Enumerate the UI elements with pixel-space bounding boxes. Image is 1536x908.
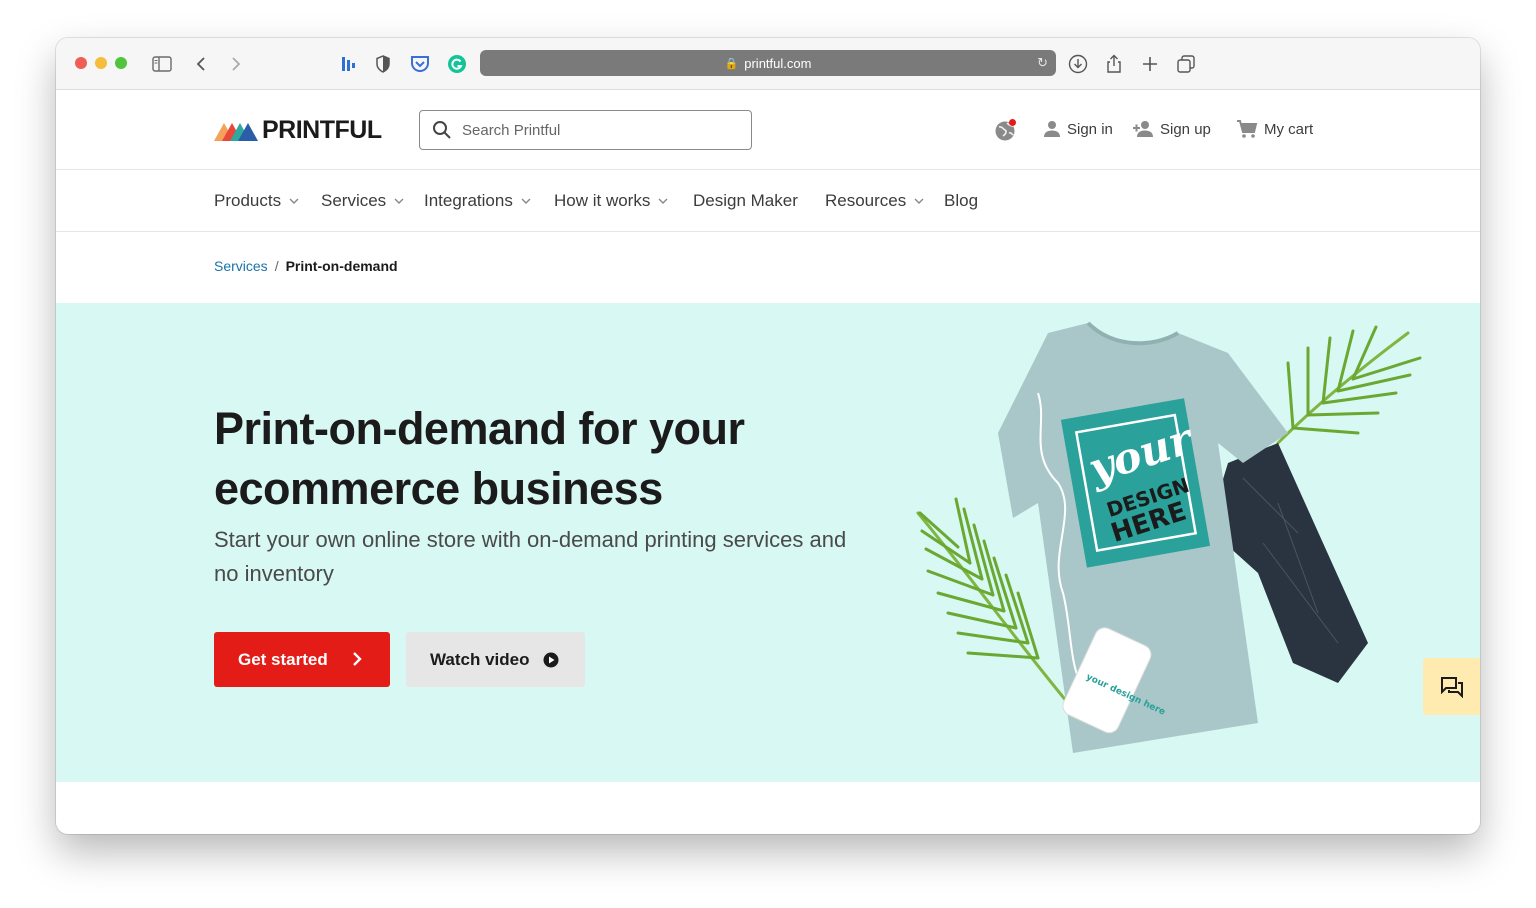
chevron-down-icon	[914, 198, 924, 204]
palm-leaf-right	[1276, 325, 1422, 445]
nav-label: How it works	[554, 191, 651, 210]
extension-bars-icon[interactable]	[337, 52, 361, 76]
lock-icon: 🔒	[724, 57, 739, 70]
logo-mountains-icon	[214, 123, 258, 141]
breadcrumb-current: Print-on-demand	[285, 258, 398, 274]
main-nav: Products Services Integrations How it wo…	[56, 171, 1480, 232]
reload-icon[interactable]: ↻	[1037, 55, 1048, 71]
sign-in-link[interactable]: Sign in	[1043, 118, 1113, 140]
chevron-down-icon	[658, 198, 668, 204]
watch-video-label: Watch video	[430, 649, 530, 669]
nav-label: Resources	[825, 191, 907, 210]
nav-integrations[interactable]: Integrations	[424, 191, 531, 211]
nav-label: Design Maker	[693, 191, 798, 210]
get-started-button[interactable]: Get started	[214, 632, 390, 687]
chat-icon	[1440, 676, 1463, 698]
tab-overview-icon[interactable]	[1174, 52, 1198, 76]
site-header: PRINTFUL Sign in Sign up My cart	[56, 90, 1480, 170]
sign-in-label: Sign in	[1067, 120, 1113, 138]
chat-widget-button[interactable]	[1423, 658, 1480, 715]
chevron-down-icon	[289, 198, 299, 204]
close-window-button[interactable]	[75, 57, 87, 69]
hero-section: Print-on-demand for your ecommerce busin…	[56, 303, 1480, 782]
url-text: printful.com	[744, 55, 812, 71]
downloads-icon[interactable]	[1066, 52, 1090, 76]
grammarly-icon[interactable]	[445, 52, 469, 76]
address-bar[interactable]: 🔒 printful.com ↻	[480, 50, 1056, 76]
cart-icon	[1237, 120, 1258, 138]
cart-label: My cart	[1264, 120, 1314, 138]
watch-video-button[interactable]: Watch video	[406, 632, 585, 687]
browser-window: 🔒 printful.com ↻ PRINTFUL Search Printfu…	[56, 38, 1480, 834]
hero-product-image: your DESIGN HERE your design here	[916, 321, 1422, 753]
sign-up-label: Sign up	[1160, 120, 1211, 138]
nav-label: Services	[321, 191, 387, 210]
nav-services[interactable]: Services	[321, 191, 404, 211]
logo-text: PRINTFUL	[262, 115, 382, 144]
chevron-down-icon	[521, 198, 531, 204]
hero-subtitle: Start your own online store with on-dema…	[214, 527, 847, 586]
nav-label: Integrations	[424, 191, 513, 210]
cart-link[interactable]: My cart	[1236, 118, 1313, 140]
nav-label: Blog	[944, 191, 979, 210]
nav-blog[interactable]: Blog	[944, 191, 978, 211]
nav-design-maker[interactable]: Design Maker	[693, 191, 798, 211]
nav-resources[interactable]: Resources	[825, 191, 924, 211]
share-icon[interactable]	[1102, 52, 1126, 76]
back-icon[interactable]	[189, 52, 213, 76]
nav-label: Products	[214, 191, 282, 210]
play-icon	[543, 652, 559, 668]
breadcrumb-services-link[interactable]: Services	[214, 258, 268, 274]
nav-how-it-works[interactable]: How it works	[554, 191, 668, 211]
zoom-window-button[interactable]	[115, 57, 127, 69]
forward-icon[interactable]	[224, 52, 248, 76]
new-tab-icon[interactable]	[1138, 52, 1162, 76]
search-input[interactable]	[462, 121, 732, 139]
pocket-icon[interactable]	[408, 52, 432, 76]
chevron-right-icon	[353, 652, 362, 666]
sign-up-link[interactable]: Sign up	[1132, 118, 1211, 140]
chevron-down-icon	[394, 198, 404, 204]
breadcrumb-separator: /	[274, 258, 279, 274]
shield-icon[interactable]	[371, 52, 395, 76]
hero-title: Print-on-demand for your ecommerce busin…	[214, 403, 745, 514]
printful-logo[interactable]: PRINTFUL	[214, 116, 382, 144]
browser-toolbar: 🔒 printful.com ↻	[56, 38, 1480, 90]
breadcrumb: Services / Print-on-demand	[214, 258, 398, 274]
sidebar-toggle-icon[interactable]	[150, 52, 174, 76]
user-icon	[1044, 121, 1060, 137]
region-globe-icon[interactable]	[994, 118, 1018, 142]
add-user-icon	[1133, 121, 1153, 137]
get-started-label: Get started	[238, 649, 328, 669]
minimize-window-button[interactable]	[95, 57, 107, 69]
search-icon	[433, 121, 451, 139]
search-box[interactable]	[419, 110, 752, 150]
nav-products[interactable]: Products	[214, 191, 299, 211]
